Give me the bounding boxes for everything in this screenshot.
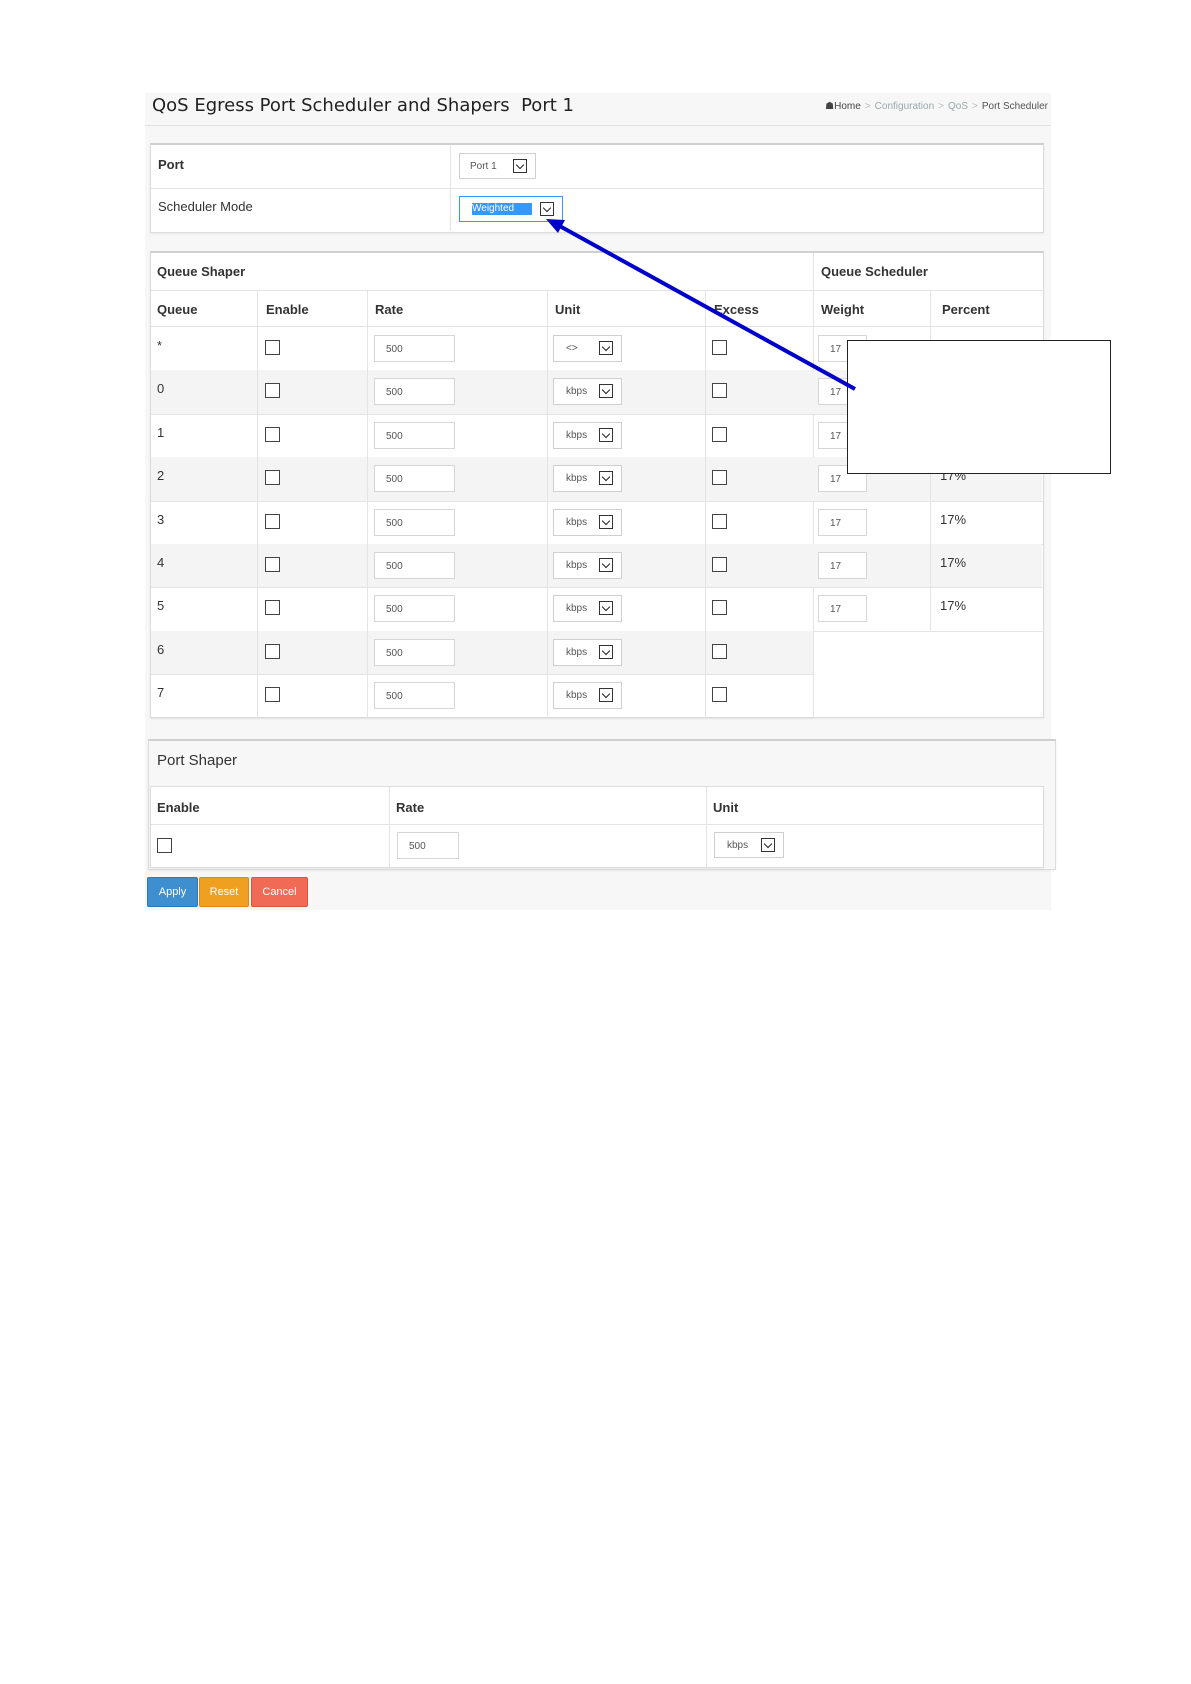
annotation-arrow [546, 219, 856, 391]
annotation-arrow-line [555, 222, 856, 391]
